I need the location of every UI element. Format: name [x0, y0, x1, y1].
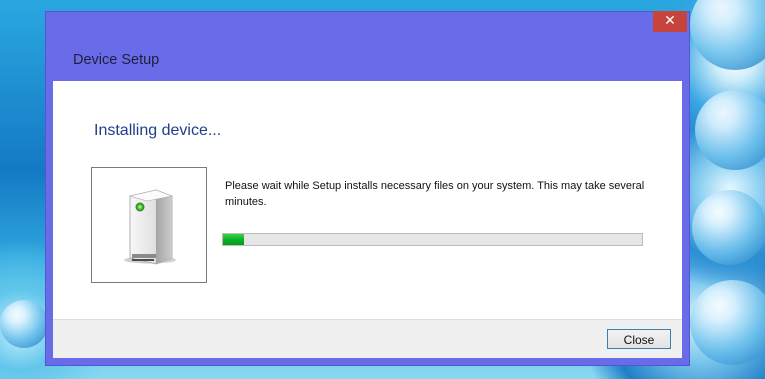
- progress-fill: [223, 234, 244, 245]
- device-setup-window: Device Setup ✕ Installing device... Plea…: [45, 11, 690, 366]
- install-progress-bar: [222, 233, 643, 246]
- dialog-body: Installing device... Please wait while S…: [53, 81, 682, 358]
- page-heading: Installing device...: [94, 122, 222, 139]
- close-button[interactable]: Close: [607, 329, 671, 349]
- title-bar[interactable]: Device Setup ✕: [46, 11, 689, 80]
- computer-tower-icon: [124, 189, 176, 265]
- wallpaper-bubble: [695, 90, 765, 170]
- wallpaper-bubble: [690, 0, 765, 70]
- wallpaper-bubble: [692, 190, 765, 265]
- status-message: Please wait while Setup installs necessa…: [225, 180, 645, 208]
- device-image-frame: [91, 167, 207, 283]
- close-icon[interactable]: ✕: [653, 11, 687, 32]
- wallpaper-bubble: [0, 300, 48, 348]
- dialog-footer: Close: [53, 319, 682, 358]
- window-title: Device Setup: [73, 52, 160, 68]
- wallpaper-bubble: [690, 280, 765, 365]
